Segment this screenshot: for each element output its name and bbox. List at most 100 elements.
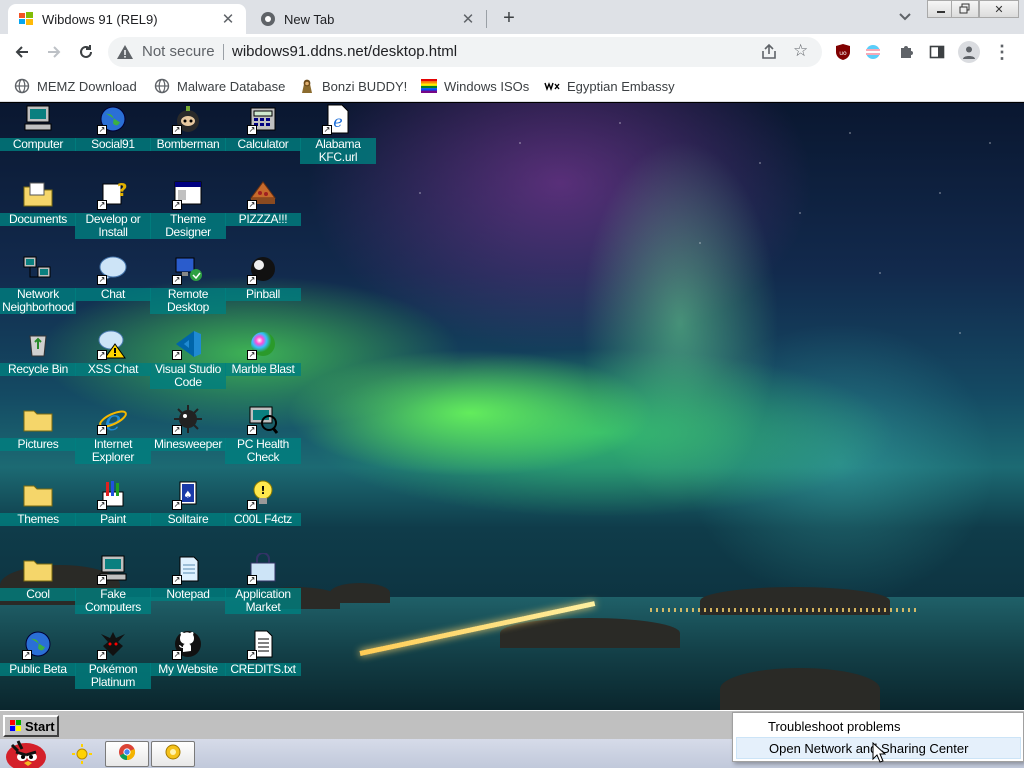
desktop-icon-documents[interactable]: Documents [0,178,76,226]
windows-flag-icon [18,11,34,27]
bookmark-malware-database[interactable]: Malware Database [154,76,285,96]
desktop-icon-develop-or-install[interactable]: ? ↗ Develop or Install [75,178,151,239]
trans-flag-extension-icon[interactable] [864,43,882,61]
tab-wibdows[interactable]: Wibdows 91 (REL9) ✕ [8,4,246,34]
bookmarks-bar: MEMZ Download Malware Database Bonzi BUD… [0,70,1024,102]
market-icon: ↗ [247,553,279,585]
desktop-icon-label: Chat [75,288,151,301]
desktop-icon-pc-health-check[interactable]: ↗ PC Health Check [225,403,301,464]
desktop-icon-pizzza[interactable]: ↗ PIZZZA!!! [225,178,301,226]
side-panel-icon[interactable] [928,43,946,61]
desktop-icon-pok-mon-platinum[interactable]: ↗ Pokémon Platinum [75,628,151,689]
taskbar-app-button[interactable] [151,741,195,767]
desktop-icon-internet-explorer[interactable]: e ↗ Internet Explorer [75,403,151,464]
restore-icon[interactable] [951,0,979,18]
desktop-icon-solitaire[interactable]: ♠ ↗ Solitaire [150,478,226,526]
desktop[interactable]: Computer ↗ Social91 ↗ Bomberman ↗ Calculator e ↗… [0,103,1024,710]
bookmark-windows-isos[interactable]: Windows ISOs [421,76,529,96]
security-status[interactable]: Not secure [142,43,215,60]
desktop-icon-my-website[interactable]: ↗ My Website [150,628,226,676]
desktop-icon-label: Public Beta [0,663,76,676]
bookmark-egyptian-embassy[interactable]: Egyptian Embassy [544,76,675,96]
browser-toolbar: Not secure wibdows91.ddns.net/desktop.ht… [0,34,1024,70]
desktop-icon-themes[interactable]: Themes [0,478,76,526]
windows-flag-icon [9,719,23,733]
desktop-icon-cool[interactable]: Cool [0,553,76,601]
desktop-icon-marble-blast[interactable]: ↗ Marble Blast [225,328,301,376]
taskbar-chrome-button[interactable] [105,741,149,767]
desktop-icon-credits-txt[interactable]: ↗ CREDITS.txt [225,628,301,676]
desktop-icon-social91[interactable]: ↗ Social91 [75,103,151,151]
more-menu-icon[interactable]: ⋮ [993,42,1011,62]
desktop-icon-fake-computers[interactable]: ↗ Fake Computers [75,553,151,614]
desktop-icon-bomberman[interactable]: ↗ Bomberman [150,103,226,151]
ublock-origin-icon[interactable]: uo [834,43,852,61]
desktop-icon-chat[interactable]: ↗ Chat [75,253,151,301]
desktop-icon-pinball[interactable]: ↗ Pinball [225,253,301,301]
hill [720,668,880,710]
close-tab-icon[interactable]: ✕ [220,11,236,28]
github-icon: ↗ [172,628,204,660]
desktop-icon-visual-studio-code[interactable]: ↗ Visual Studio Code [150,328,226,389]
desktop-icon-notepad[interactable]: ↗ Notepad [150,553,226,601]
sun-icon[interactable] [72,744,92,764]
bookmark-memz[interactable]: MEMZ Download [14,76,137,96]
share-icon[interactable] [760,43,778,61]
desktop-icon-recycle-bin[interactable]: Recycle Bin [0,328,76,376]
forward-arrow-icon[interactable] [42,40,66,64]
bomberman-icon: ↗ [172,103,204,135]
tab-title: Wibdows 91 (REL9) [42,11,158,27]
mouse-cursor-icon [872,742,886,763]
start-button[interactable]: Start [3,715,59,737]
desktop-icon-label: Remote Desktop [150,288,226,314]
desktop-icon-theme-designer[interactable]: ↗ Theme Designer [150,178,226,239]
close-window-icon[interactable]: ✕ [979,0,1019,18]
screen: Wibdows 91 (REL9) ✕ New Tab ✕ + ✕ Not se… [0,0,1024,768]
close-tab-icon[interactable]: ✕ [460,11,476,28]
menu-item-troubleshoot[interactable]: Troubleshoot problems [736,715,1021,737]
tab-new-tab[interactable]: New Tab ✕ [250,4,486,34]
desktop-icon-xss-chat[interactable]: ↗ XSS Chat [75,328,151,376]
desktop-icon-paint[interactable]: ↗ Paint [75,478,151,526]
back-arrow-icon[interactable] [10,40,34,64]
angry-bird-icon[interactable] [2,735,50,768]
desktop-icon-calculator[interactable]: ↗ Calculator [225,103,301,151]
address-bar[interactable]: Not secure wibdows91.ddns.net/desktop.ht… [108,37,822,67]
puzzle-piece-icon[interactable] [897,43,915,61]
bonzi-icon [299,78,315,94]
mine-icon: ↗ [172,403,204,435]
svg-text:e: e [333,112,342,131]
desktop-icon-label: Visual Studio Code [150,363,226,389]
bulb-icon: ! ↗ [247,478,279,510]
bookmark-label: MEMZ Download [37,78,137,94]
bookmark-star-icon[interactable]: ☆ [793,41,808,61]
vscode-icon: ↗ [172,328,204,360]
tab-strip: Wibdows 91 (REL9) ✕ New Tab ✕ + ✕ [0,0,1024,34]
bookmark-bonzi-buddy[interactable]: Bonzi BUDDY! [299,76,407,96]
gear-sun-icon [164,743,182,766]
desktop-icon-minesweeper[interactable]: ↗ Minesweeper [150,403,226,451]
desktop-icon-remote-desktop[interactable]: ↗ Remote Desktop [150,253,226,314]
omnibox-separator [223,44,224,60]
svg-text:!: ! [260,484,265,497]
warning-triangle-icon[interactable] [116,43,134,61]
desktop-icon-label: XSS Chat [75,363,151,376]
new-tab-plus-icon[interactable]: + [497,6,521,30]
desktop-icon-computer[interactable]: Computer [0,103,76,151]
desktop-icon-alabama-kfc-url[interactable]: e ↗ Alabama KFC.url [300,103,376,164]
desktop-icon-label: My Website [150,663,226,676]
tab-separator [486,10,487,28]
reload-icon[interactable] [74,40,98,64]
svg-text:e: e [105,404,122,435]
url-text[interactable]: wibdows91.ddns.net/desktop.html [232,43,457,60]
ie-page-icon: e ↗ [322,103,354,135]
desktop-icon-pictures[interactable]: Pictures [0,403,76,451]
desktop-icon-application-market[interactable]: ↗ Application Market [225,553,301,614]
desktop-icon-c00l-f4ctz[interactable]: ! ↗ C00L F4ctz [225,478,301,526]
desktop-icon-label: Pokémon Platinum [75,663,151,689]
desktop-icon-public-beta[interactable]: ↗ Public Beta [0,628,76,676]
profile-avatar-icon[interactable] [958,41,980,63]
pinball-icon: ↗ [247,253,279,285]
chevron-down-icon[interactable] [896,8,914,26]
desktop-icon-network-neighborhood[interactable]: Network Neighborhood [0,253,76,314]
